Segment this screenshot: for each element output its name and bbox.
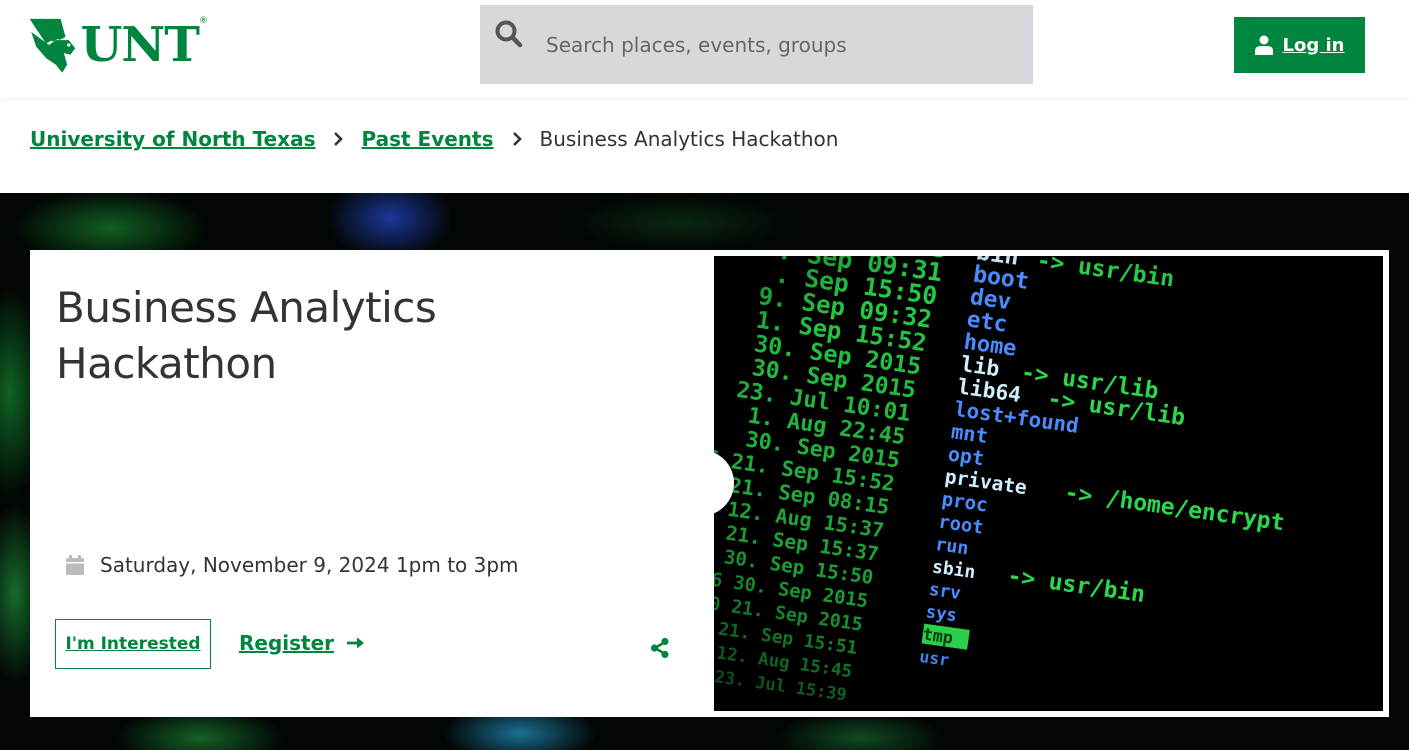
login-button[interactable]: Log in bbox=[1234, 17, 1365, 73]
login-label: Log in bbox=[1282, 34, 1345, 56]
logo-trademark: ® bbox=[199, 16, 208, 26]
register-label: Register bbox=[239, 631, 335, 655]
breadcrumb-link-past-events[interactable]: Past Events bbox=[361, 127, 493, 151]
interested-label: I'm Interested bbox=[65, 634, 201, 654]
chevron-right-icon bbox=[315, 132, 361, 146]
calendar-icon bbox=[66, 555, 84, 575]
site-header: UNT ® Log in bbox=[0, 0, 1409, 98]
image-vignette bbox=[714, 256, 1383, 711]
unt-logo[interactable]: UNT ® bbox=[28, 8, 208, 82]
breadcrumb-link-university[interactable]: University of North Texas bbox=[30, 127, 315, 151]
breadcrumb-current: Business Analytics Hackathon bbox=[539, 127, 839, 151]
share-icon[interactable] bbox=[648, 636, 672, 660]
breadcrumb: University of North Texas Past Events Bu… bbox=[30, 124, 838, 154]
interested-button[interactable]: I'm Interested bbox=[55, 619, 211, 669]
event-date: Saturday, November 9, 2024 1pm to 3pm bbox=[66, 553, 519, 577]
event-card: Business Analytics Hackathon Saturday, N… bbox=[30, 250, 1389, 717]
event-image: Sep 15:53Sep 2015. Sep 09:31. Sep 15:509… bbox=[714, 256, 1383, 711]
search-input[interactable] bbox=[546, 27, 1016, 63]
register-link[interactable]: Register bbox=[239, 631, 366, 655]
terminal-image: Sep 15:53Sep 2015. Sep 09:31. Sep 15:509… bbox=[714, 256, 1383, 711]
logo-wordmark: UNT bbox=[80, 17, 200, 73]
event-date-text: Saturday, November 9, 2024 1pm to 3pm bbox=[100, 553, 519, 577]
user-icon bbox=[1254, 35, 1273, 55]
search-bar bbox=[480, 5, 1033, 84]
event-hero: Business Analytics Hackathon Saturday, N… bbox=[0, 193, 1409, 750]
eagle-logo-icon bbox=[29, 18, 76, 73]
search-icon[interactable] bbox=[494, 19, 524, 49]
chevron-right-icon bbox=[494, 132, 540, 146]
event-title: Business Analytics Hackathon bbox=[56, 283, 437, 388]
arrow-right-icon bbox=[347, 637, 365, 649]
